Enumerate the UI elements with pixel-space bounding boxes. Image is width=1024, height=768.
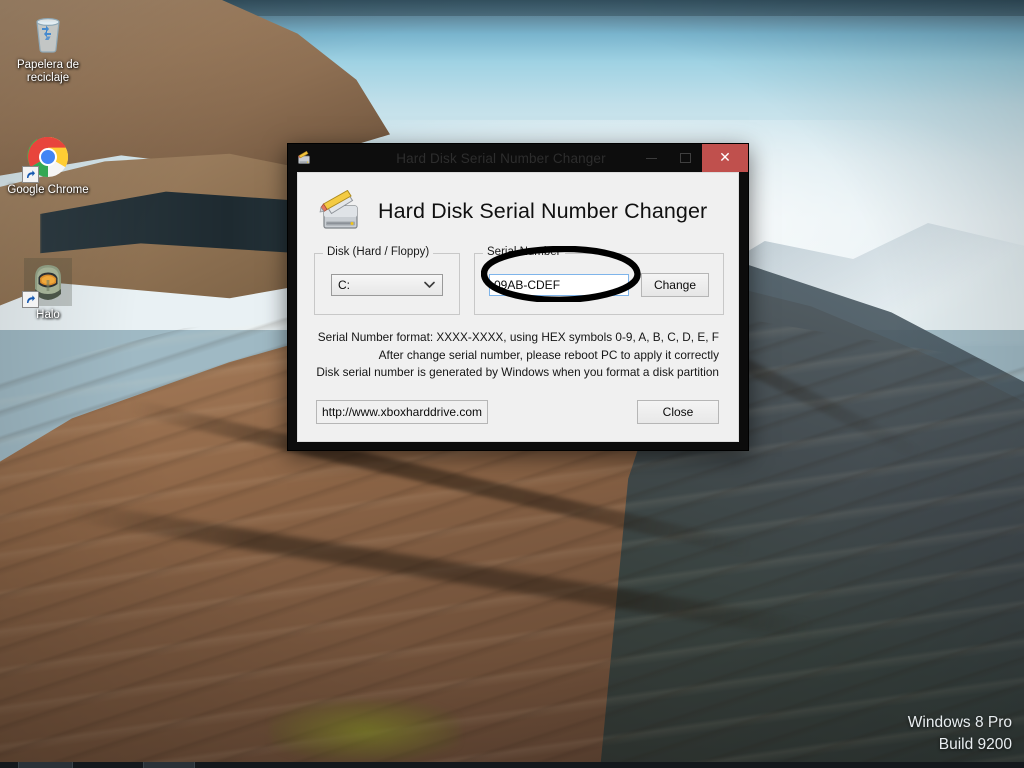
- dialog-body: Hard Disk Serial Number Changer Disk (Ha…: [297, 172, 739, 442]
- minimize-icon: [645, 157, 657, 159]
- chrome-icon: [22, 133, 72, 183]
- window-title: Hard Disk Serial Number Changer: [396, 150, 606, 166]
- close-window-button[interactable]: ✕: [702, 144, 748, 172]
- hard-disk-serial-number-changer-window[interactable]: Hard Disk Serial Number Changer ✕ Hard D…: [287, 143, 749, 451]
- disk-select-value: C:: [338, 278, 350, 292]
- disk-pencil-icon: [315, 189, 365, 234]
- serial-number-value: 09AB-CDEF: [494, 278, 561, 292]
- info-text-block: Serial Number format: XXXX-XXXX, using H…: [298, 329, 738, 382]
- shortcut-overlay-icon: [22, 291, 39, 308]
- desktop-icon-google-chrome[interactable]: Google Chrome: [4, 133, 92, 197]
- taskbar-item[interactable]: [143, 762, 195, 768]
- taskbar[interactable]: [0, 762, 1024, 768]
- form-groups-row: Disk (Hard / Floppy) C: Serial Number 09…: [298, 245, 738, 315]
- serial-number-group-box: Serial Number 09AB-CDEF Change: [474, 246, 724, 315]
- close-button-label: Close: [662, 405, 694, 419]
- serial-number-input[interactable]: 09AB-CDEF: [489, 274, 629, 296]
- window-controls: ✕: [634, 144, 748, 172]
- disk-group-box: Disk (Hard / Floppy) C:: [314, 246, 460, 315]
- wallpaper-moss-patch: [270, 700, 460, 762]
- halo-icon: [22, 258, 72, 308]
- close-icon: ✕: [719, 150, 731, 166]
- window-title-bar[interactable]: Hard Disk Serial Number Changer ✕: [288, 144, 748, 172]
- dialog-footer: http://www.xboxharddrive.com Close: [298, 393, 738, 441]
- dialog-header: Hard Disk Serial Number Changer: [298, 173, 738, 235]
- desktop-icon-halo[interactable]: Halo: [4, 258, 92, 322]
- desktop-icon-recycle-bin[interactable]: Papelera de reciclaje: [4, 8, 92, 85]
- info-line-3: Disk serial number is generated by Windo…: [316, 365, 719, 379]
- maximize-icon: [679, 153, 691, 163]
- desktop[interactable]: Papelera de reciclaje Google Chrome Halo…: [0, 0, 1024, 768]
- minimize-button[interactable]: [634, 144, 668, 172]
- desktop-icon-label: Papelera de reciclaje: [16, 59, 80, 84]
- website-link-button[interactable]: http://www.xboxharddrive.com: [316, 400, 488, 424]
- change-button-label: Change: [653, 278, 697, 292]
- recycle-bin-icon: [24, 8, 72, 56]
- desktop-icon-label: Halo: [36, 309, 60, 321]
- serial-group-legend: Serial Number: [483, 246, 565, 258]
- disk-group-legend: Disk (Hard / Floppy): [323, 246, 434, 258]
- chevron-down-icon: [424, 278, 435, 292]
- app-heading: Hard Disk Serial Number Changer: [378, 199, 708, 223]
- website-link-label: http://www.xboxharddrive.com: [321, 405, 483, 419]
- change-button[interactable]: Change: [641, 273, 709, 297]
- disk-pencil-icon: [296, 150, 312, 166]
- info-line-2: After change serial number, please reboo…: [378, 347, 719, 362]
- close-button[interactable]: Close: [637, 400, 719, 424]
- shortcut-overlay-icon: [22, 166, 39, 183]
- desktop-icon-label: Google Chrome: [7, 184, 89, 196]
- info-line-1: Serial Number format: XXXX-XXXX, using H…: [317, 330, 719, 344]
- taskbar-item[interactable]: [18, 762, 73, 768]
- disk-select[interactable]: C:: [331, 274, 443, 296]
- maximize-button[interactable]: [668, 144, 702, 172]
